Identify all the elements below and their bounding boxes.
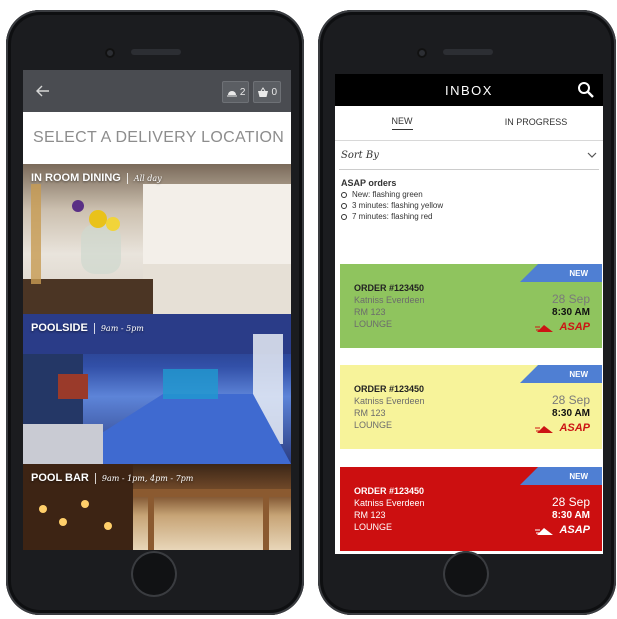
location-hours: 9am - 5pm <box>100 323 144 333</box>
chevron-down-icon <box>587 152 597 158</box>
order-id: ORDER #123450 <box>354 283 425 293</box>
inbox-tabs: NEW IN PROGRESS <box>335 106 603 141</box>
priority-label: ASAP <box>559 321 590 333</box>
asap-indicator: ASAP <box>535 321 590 333</box>
location-name: POOLSIDE <box>31 322 88 334</box>
basket-icon <box>258 87 269 97</box>
order-date: 28 Sep <box>551 292 590 306</box>
asap-legend-item: 7 minutes: flashing red <box>341 211 597 222</box>
location-hours: All day <box>133 173 162 183</box>
room-number: RM 123 <box>354 307 386 317</box>
sort-by-label: Sort By <box>341 149 379 161</box>
location-hours: 9am - 1pm, 4pm - 7pm <box>101 473 194 483</box>
camera <box>417 48 427 58</box>
order-card[interactable]: NEW ORDER #123450 Katniss Everdeen RM 12… <box>340 365 602 449</box>
tab-in-progress[interactable]: IN PROGRESS <box>469 106 603 140</box>
guest-name: Katniss Everdeen <box>354 498 425 508</box>
order-location: LOUNGE <box>354 420 393 430</box>
top-bar: 2 0 <box>23 70 291 112</box>
location-label: IN ROOM DINING All day <box>31 172 162 184</box>
order-time: 8:30 AM <box>552 307 590 318</box>
poolside-photo <box>23 314 291 464</box>
asap-indicator: ASAP <box>535 422 590 434</box>
new-tag: NEW <box>520 365 602 383</box>
order-id: ORDER #123450 <box>354 384 425 394</box>
order-time: 8:30 AM <box>552 510 590 521</box>
basket-count: 0 <box>271 86 277 98</box>
running-icon <box>535 324 554 332</box>
location-in-room-dining[interactable]: IN ROOM DINING All day <box>23 164 291 314</box>
room-number: RM 123 <box>354 408 386 418</box>
tray-badge[interactable]: 2 <box>221 81 250 103</box>
basket-badge[interactable]: 0 <box>253 81 281 103</box>
asap-legend: ASAP orders New: flashing green 3 minute… <box>335 170 603 222</box>
inbox-title: INBOX <box>445 82 493 98</box>
order-date: 28 Sep <box>551 495 590 509</box>
location-pool-bar[interactable]: POOL BAR 9am - 1pm, 4pm - 7pm <box>23 464 291 550</box>
order-date: 28 Sep <box>551 393 590 407</box>
page-title: SELECT A DELIVERY LOCATION <box>33 129 285 146</box>
sort-by-dropdown[interactable]: Sort By <box>339 141 599 170</box>
cart-badges: 2 0 <box>221 81 281 103</box>
room-number: RM 123 <box>354 510 386 520</box>
left-phone: 2 0 SELECT A DELIVERY LOCATION IN ROOM D… <box>6 10 304 615</box>
location-poolside[interactable]: POOLSIDE 9am - 5pm <box>23 314 291 464</box>
camera <box>105 48 115 58</box>
dining-photo <box>23 184 291 314</box>
home-button[interactable] <box>443 551 489 597</box>
location-name: POOL BAR <box>31 472 89 484</box>
tab-new[interactable]: NEW <box>335 106 469 140</box>
legend-text: 7 minutes: flashing red <box>352 212 433 221</box>
running-icon <box>535 425 554 433</box>
tab-label: IN PROGRESS <box>504 116 568 127</box>
priority-label: ASAP <box>559 524 590 536</box>
legend-text: New: flashing green <box>352 190 423 199</box>
home-button[interactable] <box>131 551 177 597</box>
speaker <box>443 49 493 55</box>
speaker <box>131 49 181 55</box>
order-time: 8:30 AM <box>552 408 590 419</box>
asap-legend-item: 3 minutes: flashing yellow <box>341 200 597 211</box>
order-location: LOUNGE <box>354 319 393 329</box>
new-tag: NEW <box>520 264 602 282</box>
search-icon[interactable] <box>577 81 595 99</box>
tray-count: 2 <box>239 86 246 98</box>
tray-icon <box>226 91 237 97</box>
legend-text: 3 minutes: flashing yellow <box>352 201 444 210</box>
inbox-header: INBOX <box>335 74 603 106</box>
order-card[interactable]: NEW ORDER #123450 Katniss Everdeen RM 12… <box>340 467 602 551</box>
inbox-screen: INBOX NEW IN PROGRESS Sort By ASAP order… <box>335 74 603 554</box>
location-name: IN ROOM DINING <box>31 172 121 184</box>
asap-legend-heading: ASAP orders <box>341 178 397 188</box>
guest-name: Katniss Everdeen <box>354 396 425 406</box>
back-arrow-icon[interactable] <box>33 81 53 101</box>
tab-label: NEW <box>391 116 413 130</box>
right-phone: INBOX NEW IN PROGRESS Sort By ASAP order… <box>318 10 616 615</box>
delivery-screen: 2 0 SELECT A DELIVERY LOCATION IN ROOM D… <box>23 70 291 550</box>
order-id: ORDER #123450 <box>354 486 425 496</box>
order-card[interactable]: NEW ORDER #123450 Katniss Everdeen RM 12… <box>340 264 602 348</box>
location-label: POOL BAR 9am - 1pm, 4pm - 7pm <box>31 472 193 484</box>
running-icon <box>535 527 554 535</box>
priority-label: ASAP <box>559 422 590 434</box>
asap-indicator: ASAP <box>535 524 590 536</box>
order-location: LOUNGE <box>354 522 393 532</box>
new-tag: NEW <box>520 467 602 485</box>
location-label: POOLSIDE 9am - 5pm <box>31 322 144 334</box>
guest-name: Katniss Everdeen <box>354 295 425 305</box>
asap-legend-item: New: flashing green <box>341 189 597 200</box>
